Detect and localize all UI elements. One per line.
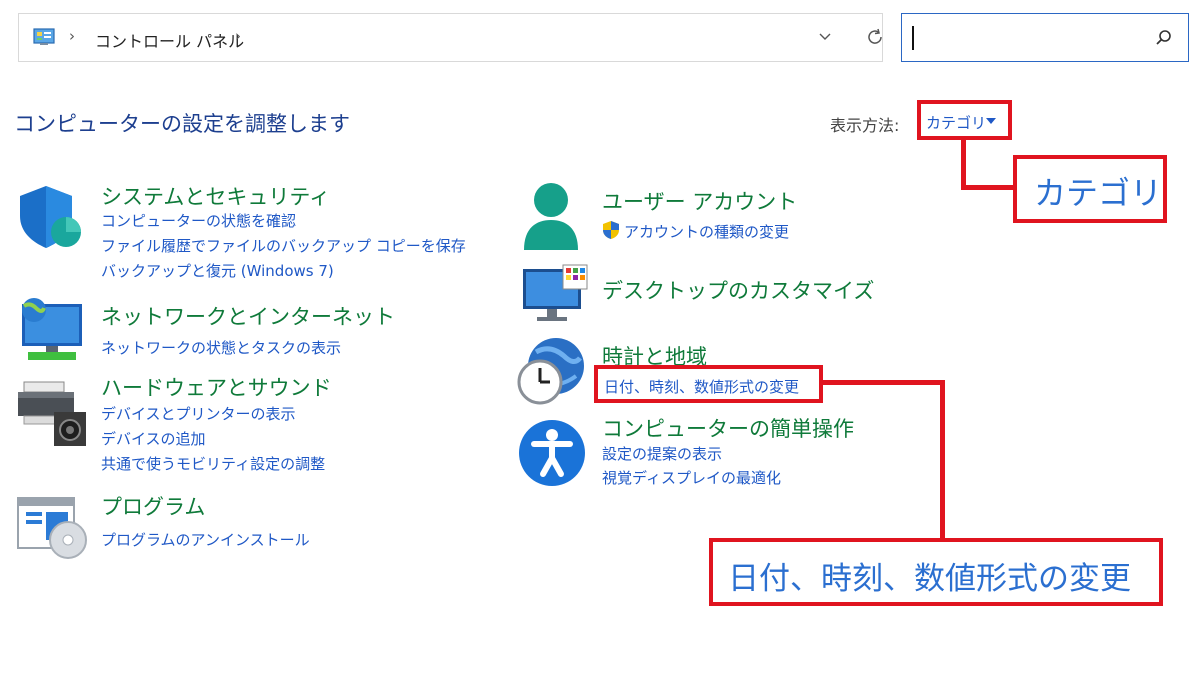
link-uninstall-program[interactable]: プログラムのアンインストール xyxy=(101,529,310,550)
clock-globe-icon[interactable] xyxy=(516,336,590,412)
link-add-device[interactable]: デバイスの追加 xyxy=(101,428,206,449)
link-devices-printers[interactable]: デバイスとプリンターの表示 xyxy=(101,403,296,424)
accessibility-icon[interactable] xyxy=(517,418,587,492)
programs-disc-icon[interactable] xyxy=(16,494,88,564)
category-desktop-customization[interactable]: デスクトップのカスタマイズ xyxy=(602,275,874,305)
monitor-icon[interactable] xyxy=(519,263,591,329)
control-panel-icon xyxy=(33,28,55,50)
refresh-icon[interactable] xyxy=(865,27,885,51)
link-file-history[interactable]: ファイル履歴でファイルのバックアップ コピーを保存 xyxy=(101,235,466,256)
search-icon[interactable] xyxy=(1154,28,1174,52)
connector-line xyxy=(961,185,1015,190)
connector-line xyxy=(940,380,945,542)
link-backup-restore[interactable]: バックアップと復元 (Windows 7) xyxy=(101,260,334,281)
category-network-internet[interactable]: ネットワークとインターネット xyxy=(101,301,395,331)
connector-line xyxy=(961,140,966,190)
printer-speaker-icon[interactable] xyxy=(16,378,88,452)
category-programs[interactable]: プログラム xyxy=(101,491,205,521)
category-hardware-sound[interactable]: ハードウェアとサウンド xyxy=(101,372,332,402)
breadcrumb-separator[interactable]: › xyxy=(235,27,241,45)
page-title: コンピューターの設定を調整します xyxy=(14,112,350,136)
uac-shield-icon xyxy=(602,220,620,244)
user-icon[interactable] xyxy=(520,180,582,256)
shield-icon[interactable] xyxy=(16,182,86,256)
category-system-security[interactable]: システムとセキュリティ xyxy=(101,181,330,211)
network-globe-icon[interactable] xyxy=(16,296,88,368)
link-check-status[interactable]: コンピューターの状態を確認 xyxy=(101,210,296,231)
link-optimize-display[interactable]: 視覚ディスプレイの最適化 xyxy=(602,467,781,488)
connector-line xyxy=(823,380,945,385)
address-bar[interactable]: › コントロール パネル › xyxy=(18,13,883,62)
datetime-callout-text: 日付、時刻、数値形式の変更 xyxy=(728,561,1131,597)
category-ease-of-access[interactable]: コンピューターの簡単操作 xyxy=(602,413,854,443)
chevron-down-icon[interactable] xyxy=(817,28,833,48)
view-by-callout-text: カテゴリ xyxy=(1034,174,1163,212)
text-cursor xyxy=(912,26,914,50)
link-change-account-type[interactable]: アカウントの種類の変更 xyxy=(624,221,789,242)
view-by-label: 表示方法: xyxy=(830,116,900,135)
breadcrumb-control-panel[interactable]: コントロール パネル xyxy=(95,28,244,52)
link-suggest-settings[interactable]: 設定の提案の表示 xyxy=(602,443,722,464)
breadcrumb-separator[interactable]: › xyxy=(69,27,75,45)
date-time-highlight xyxy=(594,365,823,403)
view-by-highlight xyxy=(917,100,1012,140)
link-network-status[interactable]: ネットワークの状態とタスクの表示 xyxy=(101,337,341,358)
link-mobility-settings[interactable]: 共通で使うモビリティ設定の調整 xyxy=(101,453,325,474)
category-user-accounts[interactable]: ユーザー アカウント xyxy=(602,186,797,216)
search-input[interactable] xyxy=(901,13,1189,62)
